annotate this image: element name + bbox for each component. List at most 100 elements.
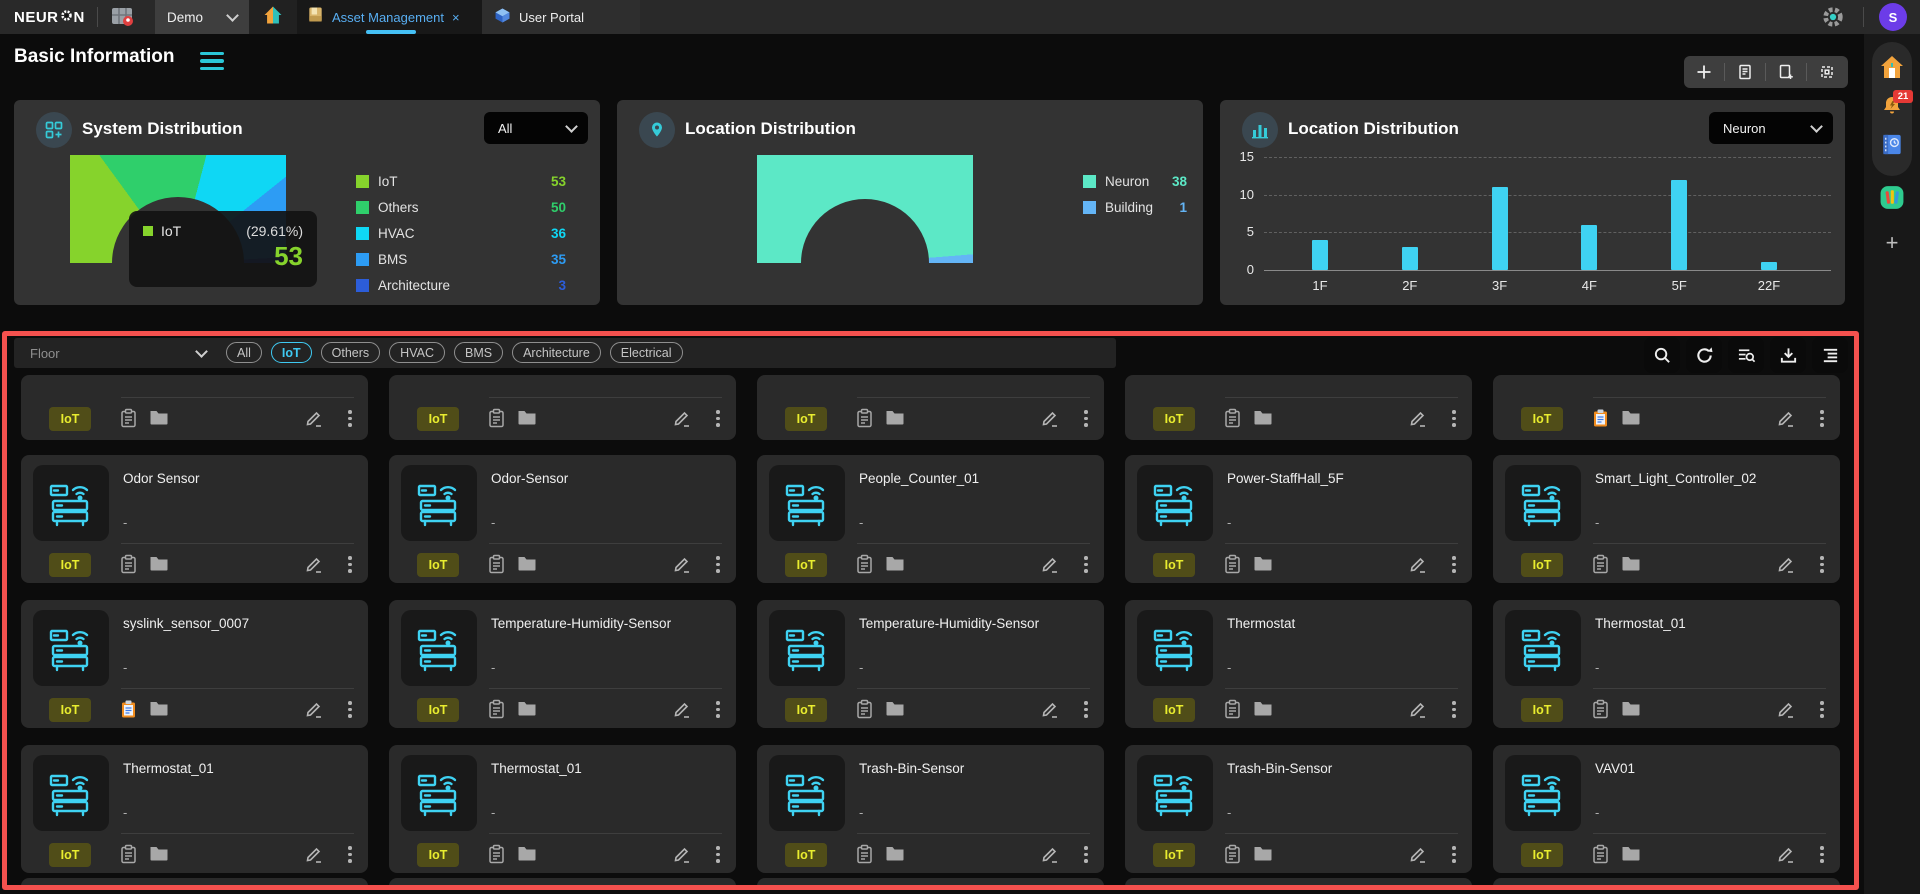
folder-icon[interactable] xyxy=(885,554,905,574)
asset-card[interactable]: Odor-Sensor - IoT xyxy=(389,455,736,583)
edit-icon[interactable] xyxy=(304,699,324,719)
clipboard-icon[interactable] xyxy=(487,408,507,428)
edit-icon[interactable] xyxy=(672,699,692,719)
edit-icon[interactable] xyxy=(1408,844,1428,864)
asset-card[interactable]: Temperature-Humidity-Sensor - IoT xyxy=(757,600,1104,728)
asset-card[interactable]: Thermostat - IoT xyxy=(1125,600,1472,728)
clipboard-icon[interactable] xyxy=(1591,699,1611,719)
kebab-menu-icon[interactable] xyxy=(1084,556,1088,573)
edit-icon[interactable] xyxy=(1040,844,1060,864)
kebab-menu-icon[interactable] xyxy=(1452,410,1456,427)
asset-card[interactable]: - IoT xyxy=(757,375,1104,440)
asset-card[interactable]: VAV01 - IoT xyxy=(1493,745,1840,873)
edit-icon[interactable] xyxy=(304,408,324,428)
clipboard-icon[interactable] xyxy=(1591,554,1611,574)
folder-icon[interactable] xyxy=(517,408,537,428)
clipboard-icon[interactable] xyxy=(1223,554,1243,574)
kebab-menu-icon[interactable] xyxy=(348,701,352,718)
asset-card[interactable]: People_Counter_01 - IoT xyxy=(757,455,1104,583)
asset-card[interactable]: Odor Sensor - IoT xyxy=(21,455,368,583)
logbook-icon[interactable] xyxy=(1880,132,1905,162)
clipboard-icon[interactable] xyxy=(487,699,507,719)
asset-card[interactable]: - IoT xyxy=(1125,375,1472,440)
add-panel-icon[interactable]: + xyxy=(1886,230,1899,256)
folder-icon[interactable] xyxy=(1621,699,1641,719)
asset-card[interactable]: syslink_sensor_0007 - IoT xyxy=(21,600,368,728)
edit-icon[interactable] xyxy=(1408,408,1428,428)
asset-card[interactable]: Thermostat_01 - IoT xyxy=(1493,600,1840,728)
edit-icon[interactable] xyxy=(672,554,692,574)
kebab-menu-icon[interactable] xyxy=(1452,556,1456,573)
clipboard-icon[interactable] xyxy=(1223,699,1243,719)
clipboard-icon[interactable] xyxy=(1591,844,1611,864)
kebab-menu-icon[interactable] xyxy=(1452,701,1456,718)
folder-icon[interactable] xyxy=(517,554,537,574)
kebab-menu-icon[interactable] xyxy=(1084,701,1088,718)
folder-icon[interactable] xyxy=(149,408,169,428)
edit-icon[interactable] xyxy=(672,408,692,428)
folder-icon[interactable] xyxy=(149,699,169,719)
edit-icon[interactable] xyxy=(1776,554,1796,574)
clipboard-icon[interactable] xyxy=(487,554,507,574)
clipboard-icon[interactable] xyxy=(855,699,875,719)
folder-icon[interactable] xyxy=(149,554,169,574)
clipboard-icon[interactable] xyxy=(119,408,139,428)
asset-card[interactable]: Temperature-Humidity-Sensor - IoT xyxy=(389,600,736,728)
clipboard-icon[interactable] xyxy=(1591,408,1611,428)
asset-card[interactable]: Trash-Bin-Sensor - IoT xyxy=(757,745,1104,873)
kebab-menu-icon[interactable] xyxy=(1820,556,1824,573)
home-shortcut-icon[interactable] xyxy=(1878,54,1906,85)
kebab-menu-icon[interactable] xyxy=(348,556,352,573)
edit-icon[interactable] xyxy=(304,554,324,574)
kebab-menu-icon[interactable] xyxy=(716,410,720,427)
asset-card[interactable]: Trash-Bin-Sensor - IoT xyxy=(1125,745,1472,873)
edit-icon[interactable] xyxy=(1040,699,1060,719)
kebab-menu-icon[interactable] xyxy=(716,556,720,573)
folder-icon[interactable] xyxy=(149,844,169,864)
clipboard-icon[interactable] xyxy=(119,844,139,864)
kebab-menu-icon[interactable] xyxy=(1084,410,1088,427)
folder-icon[interactable] xyxy=(885,408,905,428)
kebab-menu-icon[interactable] xyxy=(716,846,720,863)
kebab-menu-icon[interactable] xyxy=(716,701,720,718)
edit-icon[interactable] xyxy=(1408,699,1428,719)
clipboard-icon[interactable] xyxy=(855,554,875,574)
asset-card[interactable]: - IoT xyxy=(21,375,368,440)
clipboard-icon[interactable] xyxy=(855,844,875,864)
edit-icon[interactable] xyxy=(1408,554,1428,574)
asset-card[interactable]: Thermostat_01 - IoT xyxy=(389,745,736,873)
folder-icon[interactable] xyxy=(1621,408,1641,428)
folder-icon[interactable] xyxy=(1253,699,1273,719)
kebab-menu-icon[interactable] xyxy=(348,410,352,427)
kebab-menu-icon[interactable] xyxy=(1452,846,1456,863)
folder-icon[interactable] xyxy=(1253,554,1273,574)
folder-icon[interactable] xyxy=(1621,554,1641,574)
edit-icon[interactable] xyxy=(672,844,692,864)
asset-card[interactable]: Smart_Light_Controller_02 - IoT xyxy=(1493,455,1840,583)
clipboard-icon[interactable] xyxy=(855,408,875,428)
clipboard-icon[interactable] xyxy=(1223,408,1243,428)
kebab-menu-icon[interactable] xyxy=(1820,846,1824,863)
clipboard-icon[interactable] xyxy=(1223,844,1243,864)
clipboard-icon[interactable] xyxy=(119,699,139,719)
folder-icon[interactable] xyxy=(517,699,537,719)
edit-icon[interactable] xyxy=(1776,699,1796,719)
edit-icon[interactable] xyxy=(1040,408,1060,428)
folder-icon[interactable] xyxy=(1253,408,1273,428)
kebab-menu-icon[interactable] xyxy=(348,846,352,863)
asset-card[interactable]: Power-StaffHall_5F - IoT xyxy=(1125,455,1472,583)
edit-icon[interactable] xyxy=(304,844,324,864)
folder-icon[interactable] xyxy=(885,699,905,719)
kebab-menu-icon[interactable] xyxy=(1820,410,1824,427)
kebab-menu-icon[interactable] xyxy=(1084,846,1088,863)
folder-icon[interactable] xyxy=(1253,844,1273,864)
edit-icon[interactable] xyxy=(1040,554,1060,574)
folder-icon[interactable] xyxy=(1621,844,1641,864)
asset-card[interactable]: Thermostat_01 - IoT xyxy=(21,745,368,873)
folder-icon[interactable] xyxy=(885,844,905,864)
library-icon[interactable] xyxy=(1879,184,1906,216)
folder-icon[interactable] xyxy=(517,844,537,864)
asset-card[interactable]: - IoT xyxy=(389,375,736,440)
kebab-menu-icon[interactable] xyxy=(1820,701,1824,718)
asset-card[interactable]: - IoT xyxy=(1493,375,1840,440)
